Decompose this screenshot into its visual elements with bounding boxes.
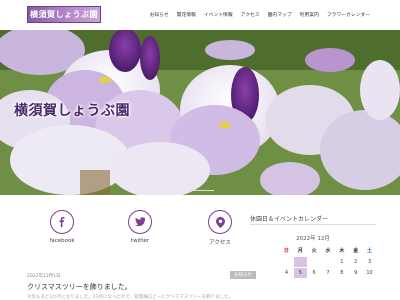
- nav-garden-map[interactable]: 園内マップ: [264, 11, 296, 18]
- nav-access[interactable]: アクセス: [237, 11, 264, 18]
- hero-title: 横須賀しょうぶ園: [14, 103, 130, 119]
- calendar-day[interactable]: 3: [363, 257, 376, 267]
- post-date: 2022年12月1日: [27, 274, 61, 279]
- calendar-day[interactable]: 4: [280, 268, 293, 278]
- post-excerpt: 今年もあと1か月となりました。12月になったので、管理棟ロビーにクリスマスツリー…: [27, 295, 234, 300]
- calendar-day[interactable]: 6: [308, 268, 321, 278]
- nav-usage-guide[interactable]: 利用案内: [296, 11, 323, 18]
- calendar-title: 休園日＆イベントカレンダー: [250, 216, 329, 223]
- access-label[interactable]: アクセス: [190, 238, 250, 246]
- weekday-sat: 土: [367, 248, 373, 254]
- weekday-sun: 日: [283, 248, 289, 254]
- hero-image: 横須賀しょうぶ園: [0, 30, 400, 195]
- post-category-badge[interactable]: お知らせ: [230, 271, 256, 279]
- calendar-day[interactable]: 9: [349, 268, 362, 278]
- nav-news[interactable]: お知らせ: [146, 11, 173, 18]
- calendar-day[interactable]: 2: [349, 257, 362, 267]
- slider-indicator[interactable]: [188, 189, 214, 191]
- calendar-grid: 日 月 火 水 木 金 土 1 2 3 4 5 6 7 8 9 10: [280, 246, 376, 278]
- site-logo[interactable]: 横須賀しょうぶ園: [27, 6, 101, 23]
- calendar-day: [308, 257, 321, 267]
- twitter-icon[interactable]: [128, 210, 152, 234]
- weekday-tue: 火: [311, 248, 317, 254]
- calendar-month: 2022年 12月: [296, 236, 330, 242]
- calendar-day[interactable]: 5: [293, 268, 307, 278]
- social-facebook[interactable]: facebook: [32, 210, 92, 244]
- main-nav: お知らせ 開花情報 イベント情報 アクセス 園内マップ 利用案内 フラワーカレン…: [146, 11, 374, 18]
- calendar-day[interactable]: 1: [335, 257, 348, 267]
- facebook-label[interactable]: facebook: [32, 238, 92, 244]
- weekday-mon: 月: [297, 248, 303, 254]
- post-title[interactable]: クリスマスツリーを飾りました。: [27, 282, 132, 292]
- site-header: 横須賀しょうぶ園 お知らせ 開花情報 イベント情報 アクセス 園内マップ 利用案…: [0, 0, 400, 30]
- nav-bloom-info[interactable]: 開花情報: [173, 11, 200, 18]
- calendar-day: [322, 257, 335, 267]
- calendar-day: [293, 257, 307, 267]
- twitter-label[interactable]: twitter: [110, 238, 170, 244]
- weekday-thu: 木: [339, 248, 345, 254]
- facebook-icon[interactable]: [50, 210, 74, 234]
- social-twitter[interactable]: twitter: [110, 210, 170, 244]
- nav-flower-calendar[interactable]: フラワーカレンダー: [323, 11, 374, 18]
- calendar-day[interactable]: 10: [363, 268, 376, 278]
- weekday-fri: 金: [353, 248, 359, 254]
- nav-events[interactable]: イベント情報: [200, 11, 237, 18]
- calendar-day[interactable]: 8: [335, 268, 348, 278]
- weekday-wed: 水: [325, 248, 331, 254]
- calendar-day: [280, 257, 293, 267]
- map-pin-icon[interactable]: [208, 210, 232, 234]
- calendar-day[interactable]: 7: [322, 268, 335, 278]
- social-access[interactable]: アクセス: [190, 210, 250, 246]
- calendar-divider: [250, 224, 376, 225]
